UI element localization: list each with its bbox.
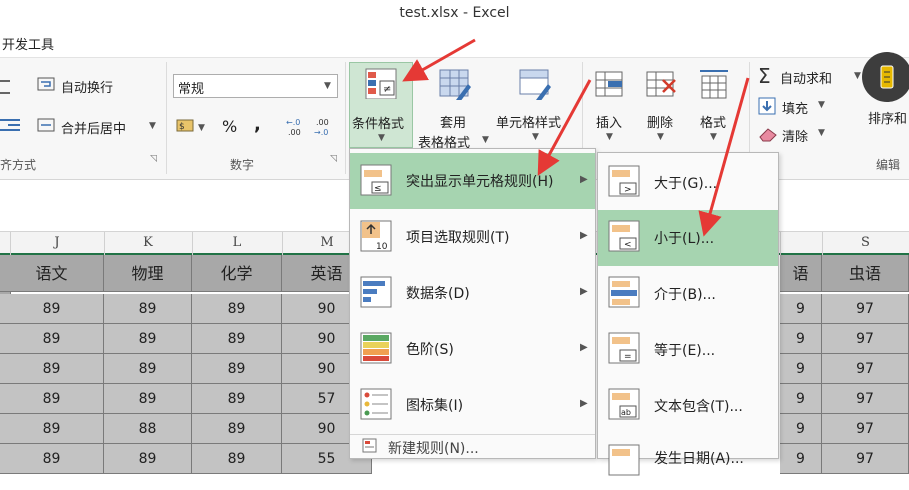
annotation-arrow	[537, 79, 592, 176]
annotation-arrows	[402, 38, 750, 237]
annotation-arrow	[402, 38, 476, 82]
annotation-arrow	[698, 77, 750, 237]
